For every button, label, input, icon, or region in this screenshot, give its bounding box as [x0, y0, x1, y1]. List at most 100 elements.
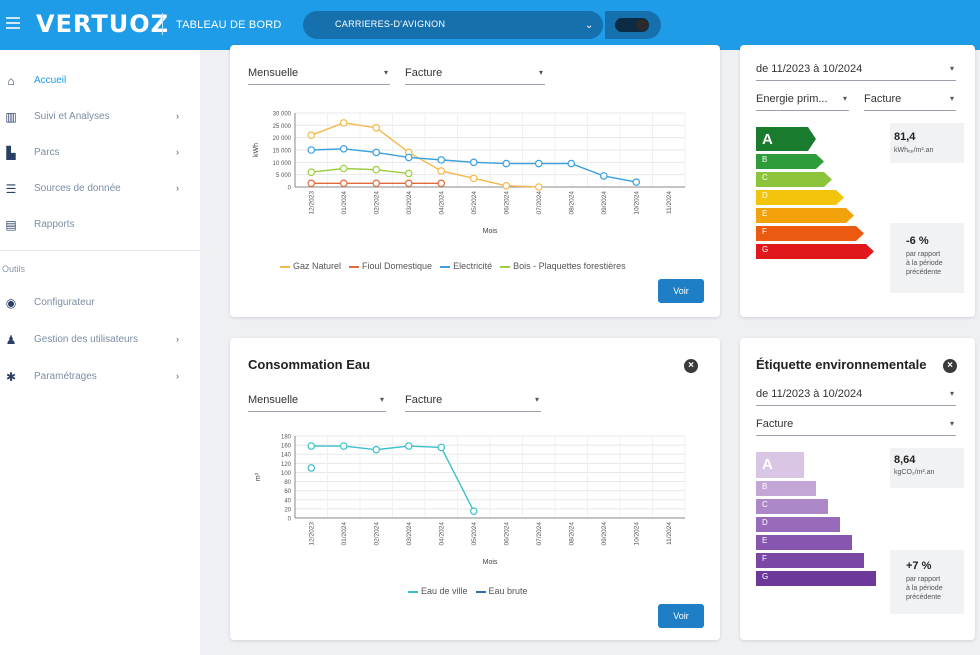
sidebar-item-suivi[interactable]: ▥ Suivi et Analyses › — [0, 104, 200, 130]
data-point[interactable] — [339, 179, 348, 188]
period-select[interactable]: de 11/2023 à 10/2024 ▾ — [756, 59, 956, 81]
y-tick-label: 140 — [281, 453, 292, 459]
data-point[interactable] — [307, 131, 316, 140]
energy-legend: Gaz Naturel Fioul Domestique Electricité Bo… — [280, 261, 634, 271]
data-point[interactable] — [437, 179, 446, 188]
data-point[interactable] — [502, 181, 511, 190]
x-tick-label: 01/2024 — [341, 191, 348, 215]
chevron-down-icon: ▾ — [949, 94, 954, 103]
source-select-value: Facture — [864, 93, 902, 105]
data-point[interactable] — [437, 167, 446, 175]
sidebar-item-rapports[interactable]: ▤ Rapports — [0, 212, 200, 238]
grade-bar-c: C — [756, 499, 828, 514]
x-tick-label: 09/2024 — [601, 191, 608, 215]
close-icon[interactable]: × — [943, 359, 957, 373]
data-point[interactable] — [339, 144, 348, 153]
y-tick-label: 5 000 — [276, 173, 292, 179]
data-point[interactable] — [534, 159, 543, 168]
sidebar-item-utilisateurs[interactable]: ♟ Gestion des utilisateurs › — [0, 327, 200, 353]
data-point[interactable] — [404, 169, 413, 178]
database-icon: ☰ — [5, 182, 17, 196]
data-point[interactable] — [307, 442, 316, 450]
y-tick-label: 40 — [284, 498, 291, 504]
legend-item[interactable]: Eau brute — [475, 586, 528, 596]
sidebar-item-accueil[interactable]: ⌂ Accueil — [0, 68, 200, 94]
data-point[interactable] — [437, 443, 446, 452]
x-tick-label: 11/2024 — [666, 522, 673, 545]
grade-letter: F — [762, 554, 767, 563]
data-point[interactable] — [339, 164, 348, 173]
data-point[interactable] — [307, 146, 316, 154]
sidebar-item-parcs[interactable]: ▙ Parcs › — [0, 140, 200, 166]
data-point[interactable] — [339, 442, 348, 450]
x-tick-label: 05/2024 — [471, 522, 478, 546]
source-select[interactable]: Facture ▾ — [756, 414, 956, 436]
legend-item[interactable]: Bois - Plaquettes forestières — [500, 261, 626, 271]
grade-letter: G — [762, 245, 769, 254]
grade-bar-e: E — [756, 535, 852, 550]
data-point[interactable] — [469, 507, 478, 515]
voir-button[interactable]: Voir — [658, 279, 704, 303]
data-point[interactable] — [469, 158, 478, 167]
legend-item[interactable]: Gaz Naturel — [280, 261, 341, 271]
source-select[interactable]: Facture ▾ — [864, 89, 956, 111]
sidebar-item-sources[interactable]: ☰ Sources de donnée › — [0, 176, 200, 202]
data-point[interactable] — [502, 159, 511, 168]
data-point[interactable] — [372, 123, 381, 132]
buildings-icon: ▙ — [6, 146, 16, 160]
data-point[interactable] — [307, 464, 316, 472]
legend-item[interactable]: Eau de ville — [408, 586, 468, 596]
water-legend: Eau de ville Eau brute — [408, 586, 536, 596]
data-point[interactable] — [372, 179, 381, 188]
energy-value: 81,4 — [894, 131, 916, 143]
period-select[interactable]: Mensuelle ▾ — [248, 390, 386, 412]
data-point[interactable] — [404, 153, 413, 162]
data-point[interactable] — [372, 445, 381, 454]
data-point[interactable] — [567, 159, 576, 168]
grade-bar-b: B — [756, 154, 824, 169]
grade-bar-g: G — [756, 244, 874, 259]
source-select[interactable]: Facture ▾ — [405, 390, 541, 412]
data-point[interactable] — [469, 174, 478, 183]
menu-icon[interactable] — [6, 14, 20, 30]
co2-unit: kgCO₂/m².an — [894, 469, 935, 476]
period-select[interactable]: Mensuelle ▾ — [248, 63, 390, 85]
close-icon[interactable]: × — [684, 359, 698, 373]
report-icon: ▤ — [5, 218, 17, 232]
y-tick-label: 180 — [281, 435, 292, 441]
data-point[interactable] — [437, 156, 446, 164]
sidebar-item-parametrages[interactable]: ✱ Paramétrages › — [0, 364, 200, 390]
period-select[interactable]: de 11/2023 à 10/2024 ▾ — [756, 384, 956, 406]
voir-button[interactable]: Voir — [658, 604, 704, 628]
site-select[interactable]: CARRIERES-D'AVIGNON ⌄ — [303, 11, 603, 39]
energy-type-select[interactable]: Energie prim... ▾ — [756, 89, 849, 111]
x-tick-label: 04/2024 — [438, 522, 445, 546]
site-label: CARRIERES-D'AVIGNON — [335, 19, 446, 29]
sidebar-divider — [0, 250, 200, 251]
data-point[interactable] — [404, 442, 413, 450]
data-point[interactable] — [599, 172, 608, 180]
sidebar-item-label: Gestion des utilisateurs — [34, 334, 138, 345]
legend-label: Electricité — [453, 261, 493, 271]
source-select[interactable]: Facture ▾ — [405, 63, 545, 85]
y-tick-label: 20 000 — [273, 136, 292, 142]
legend-label: Gaz Naturel — [293, 261, 342, 271]
data-point[interactable] — [372, 165, 381, 174]
data-point[interactable] — [307, 168, 316, 176]
legend-item[interactable]: Electricité — [440, 261, 492, 271]
sidebar-item-label: Paramétrages — [34, 371, 97, 382]
sidebar-item-configurateur[interactable]: ◉ Configurateur — [0, 290, 200, 316]
chevron-down-icon: ▾ — [383, 68, 388, 77]
data-point[interactable] — [404, 179, 413, 188]
legend-item[interactable]: Fioul Domestique — [349, 261, 432, 271]
grade-bar-d: D — [756, 190, 844, 205]
data-point[interactable] — [372, 148, 381, 157]
theme-toggle[interactable] — [615, 18, 649, 32]
x-tick-label: 03/2024 — [406, 522, 413, 546]
legend-swatch — [349, 265, 360, 268]
data-point[interactable] — [632, 178, 641, 186]
x-axis-label: Mois — [483, 228, 498, 235]
data-point[interactable] — [307, 179, 316, 188]
data-point[interactable] — [534, 183, 543, 191]
data-point[interactable] — [339, 119, 348, 127]
